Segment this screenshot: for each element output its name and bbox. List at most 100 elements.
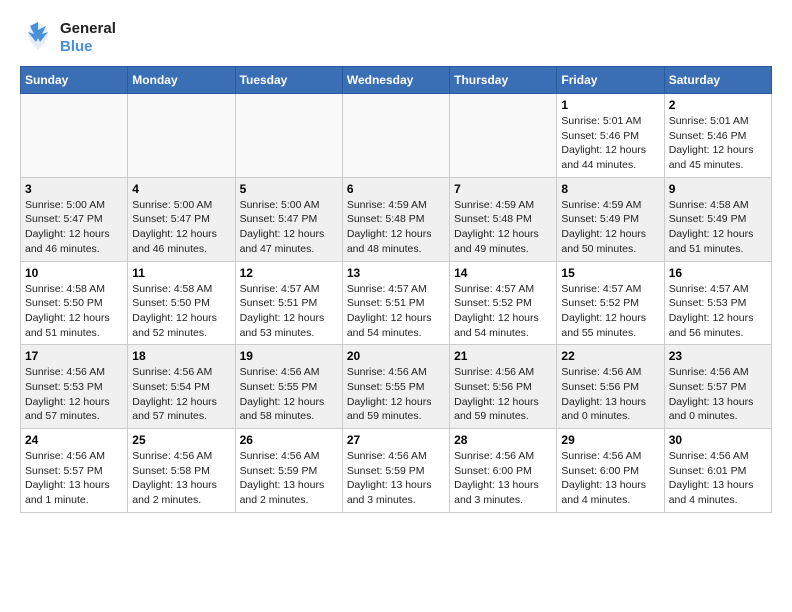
calendar-cell: 1 Sunrise: 5:01 AM Sunset: 5:46 PM Daylig…	[557, 94, 664, 178]
day-info: Sunrise: 4:59 AM Sunset: 5:48 PM Dayligh…	[454, 198, 552, 257]
day-number: 16	[669, 266, 767, 280]
day-info: Sunrise: 4:56 AM Sunset: 5:54 PM Dayligh…	[132, 365, 230, 424]
day-number: 24	[25, 433, 123, 447]
calendar-cell: 17 Sunrise: 4:56 AM Sunset: 5:53 PM Dayli…	[21, 345, 128, 429]
weekday-header: Monday	[128, 67, 235, 94]
day-number: 28	[454, 433, 552, 447]
day-info: Sunrise: 4:57 AM Sunset: 5:52 PM Dayligh…	[561, 282, 659, 341]
day-info: Sunrise: 4:57 AM Sunset: 5:52 PM Dayligh…	[454, 282, 552, 341]
calendar-cell: 2 Sunrise: 5:01 AM Sunset: 5:46 PM Daylig…	[664, 94, 771, 178]
day-number: 17	[25, 349, 123, 363]
calendar-week-row: 10 Sunrise: 4:58 AM Sunset: 5:50 PM Dayli…	[21, 261, 772, 345]
day-info: Sunrise: 4:57 AM Sunset: 5:51 PM Dayligh…	[240, 282, 338, 341]
day-number: 5	[240, 182, 338, 196]
weekday-header: Sunday	[21, 67, 128, 94]
calendar-cell	[450, 94, 557, 178]
logo: General Blue	[20, 20, 116, 56]
day-info: Sunrise: 4:56 AM Sunset: 6:00 PM Dayligh…	[454, 449, 552, 508]
day-info: Sunrise: 4:56 AM Sunset: 5:57 PM Dayligh…	[669, 365, 767, 424]
day-info: Sunrise: 4:59 AM Sunset: 5:48 PM Dayligh…	[347, 198, 445, 257]
calendar-cell: 22Sunrise: 4:56 AM Sunset: 5:56 PM Dayli…	[557, 345, 664, 429]
day-info: Sunrise: 4:58 AM Sunset: 5:50 PM Dayligh…	[132, 282, 230, 341]
weekday-header: Friday	[557, 67, 664, 94]
calendar-cell: 20 Sunrise: 4:56 AM Sunset: 5:55 PM Dayli…	[342, 345, 449, 429]
calendar-cell: 15 Sunrise: 4:57 AM Sunset: 5:52 PM Dayli…	[557, 261, 664, 345]
page-header: General Blue	[20, 20, 772, 56]
calendar-cell: 26Sunrise: 4:56 AM Sunset: 5:59 PM Dayli…	[235, 429, 342, 513]
calendar-cell: 8Sunrise: 4:59 AM Sunset: 5:49 PM Daylig…	[557, 177, 664, 261]
day-info: Sunrise: 4:58 AM Sunset: 5:49 PM Dayligh…	[669, 198, 767, 257]
calendar-cell	[342, 94, 449, 178]
weekday-header: Wednesday	[342, 67, 449, 94]
calendar-week-row: 3Sunrise: 5:00 AM Sunset: 5:47 PM Daylig…	[21, 177, 772, 261]
calendar-cell: 19 Sunrise: 4:56 AM Sunset: 5:55 PM Dayli…	[235, 345, 342, 429]
weekday-header: Tuesday	[235, 67, 342, 94]
logo-text-blue: Blue	[60, 38, 116, 56]
day-number: 9	[669, 182, 767, 196]
day-number: 21	[454, 349, 552, 363]
day-number: 30	[669, 433, 767, 447]
day-info: Sunrise: 4:56 AM Sunset: 5:55 PM Dayligh…	[240, 365, 338, 424]
calendar-cell: 29 Sunrise: 4:56 AM Sunset: 6:00 PM Dayli…	[557, 429, 664, 513]
calendar-cell	[128, 94, 235, 178]
day-info: Sunrise: 5:01 AM Sunset: 5:46 PM Dayligh…	[561, 114, 659, 173]
calendar-cell: 9 Sunrise: 4:58 AM Sunset: 5:49 PM Daylig…	[664, 177, 771, 261]
calendar-cell: 14 Sunrise: 4:57 AM Sunset: 5:52 PM Dayli…	[450, 261, 557, 345]
day-info: Sunrise: 4:56 AM Sunset: 5:59 PM Dayligh…	[347, 449, 445, 508]
calendar-cell: 7 Sunrise: 4:59 AM Sunset: 5:48 PM Daylig…	[450, 177, 557, 261]
day-info: Sunrise: 4:56 AM Sunset: 5:53 PM Dayligh…	[25, 365, 123, 424]
calendar-cell: 24 Sunrise: 4:56 AM Sunset: 5:57 PM Dayli…	[21, 429, 128, 513]
day-number: 19	[240, 349, 338, 363]
day-number: 20	[347, 349, 445, 363]
day-number: 7	[454, 182, 552, 196]
day-info: Sunrise: 5:00 AM Sunset: 5:47 PM Dayligh…	[25, 198, 123, 257]
logo-text-general: General	[60, 20, 116, 38]
calendar-cell: 30Sunrise: 4:56 AM Sunset: 6:01 PM Dayli…	[664, 429, 771, 513]
calendar-cell	[21, 94, 128, 178]
day-info: Sunrise: 5:00 AM Sunset: 5:47 PM Dayligh…	[132, 198, 230, 257]
calendar-cell: 18Sunrise: 4:56 AM Sunset: 5:54 PM Dayli…	[128, 345, 235, 429]
day-info: Sunrise: 5:00 AM Sunset: 5:47 PM Dayligh…	[240, 198, 338, 257]
day-info: Sunrise: 4:56 AM Sunset: 5:56 PM Dayligh…	[454, 365, 552, 424]
day-info: Sunrise: 4:56 AM Sunset: 5:56 PM Dayligh…	[561, 365, 659, 424]
calendar-table: SundayMondayTuesdayWednesdayThursdayFrid…	[20, 66, 772, 513]
day-number: 23	[669, 349, 767, 363]
weekday-header: Saturday	[664, 67, 771, 94]
day-info: Sunrise: 4:56 AM Sunset: 6:00 PM Dayligh…	[561, 449, 659, 508]
day-number: 14	[454, 266, 552, 280]
calendar-cell: 28 Sunrise: 4:56 AM Sunset: 6:00 PM Dayli…	[450, 429, 557, 513]
day-info: Sunrise: 4:58 AM Sunset: 5:50 PM Dayligh…	[25, 282, 123, 341]
calendar-cell: 11Sunrise: 4:58 AM Sunset: 5:50 PM Dayli…	[128, 261, 235, 345]
day-info: Sunrise: 4:56 AM Sunset: 5:58 PM Dayligh…	[132, 449, 230, 508]
calendar-week-row: 17 Sunrise: 4:56 AM Sunset: 5:53 PM Dayli…	[21, 345, 772, 429]
calendar-cell: 3Sunrise: 5:00 AM Sunset: 5:47 PM Daylig…	[21, 177, 128, 261]
calendar-week-row: 1 Sunrise: 5:01 AM Sunset: 5:46 PM Daylig…	[21, 94, 772, 178]
logo-bird-icon	[20, 20, 56, 56]
day-info: Sunrise: 4:56 AM Sunset: 5:59 PM Dayligh…	[240, 449, 338, 508]
calendar-cell: 10 Sunrise: 4:58 AM Sunset: 5:50 PM Dayli…	[21, 261, 128, 345]
calendar-cell: 23 Sunrise: 4:56 AM Sunset: 5:57 PM Dayli…	[664, 345, 771, 429]
calendar-cell: 13Sunrise: 4:57 AM Sunset: 5:51 PM Dayli…	[342, 261, 449, 345]
day-number: 1	[561, 98, 659, 112]
calendar-cell	[235, 94, 342, 178]
day-info: Sunrise: 4:57 AM Sunset: 5:53 PM Dayligh…	[669, 282, 767, 341]
day-number: 15	[561, 266, 659, 280]
day-number: 8	[561, 182, 659, 196]
day-number: 4	[132, 182, 230, 196]
calendar-cell: 6 Sunrise: 4:59 AM Sunset: 5:48 PM Daylig…	[342, 177, 449, 261]
calendar-cell: 25Sunrise: 4:56 AM Sunset: 5:58 PM Dayli…	[128, 429, 235, 513]
day-number: 29	[561, 433, 659, 447]
calendar-cell: 12 Sunrise: 4:57 AM Sunset: 5:51 PM Dayli…	[235, 261, 342, 345]
day-number: 10	[25, 266, 123, 280]
weekday-header: Thursday	[450, 67, 557, 94]
day-number: 2	[669, 98, 767, 112]
day-number: 6	[347, 182, 445, 196]
calendar-cell: 5 Sunrise: 5:00 AM Sunset: 5:47 PM Daylig…	[235, 177, 342, 261]
day-info: Sunrise: 5:01 AM Sunset: 5:46 PM Dayligh…	[669, 114, 767, 173]
day-number: 27	[347, 433, 445, 447]
calendar-cell: 4 Sunrise: 5:00 AM Sunset: 5:47 PM Daylig…	[128, 177, 235, 261]
day-info: Sunrise: 4:56 AM Sunset: 5:55 PM Dayligh…	[347, 365, 445, 424]
calendar-week-row: 24 Sunrise: 4:56 AM Sunset: 5:57 PM Dayli…	[21, 429, 772, 513]
day-info: Sunrise: 4:56 AM Sunset: 5:57 PM Dayligh…	[25, 449, 123, 508]
day-number: 12	[240, 266, 338, 280]
